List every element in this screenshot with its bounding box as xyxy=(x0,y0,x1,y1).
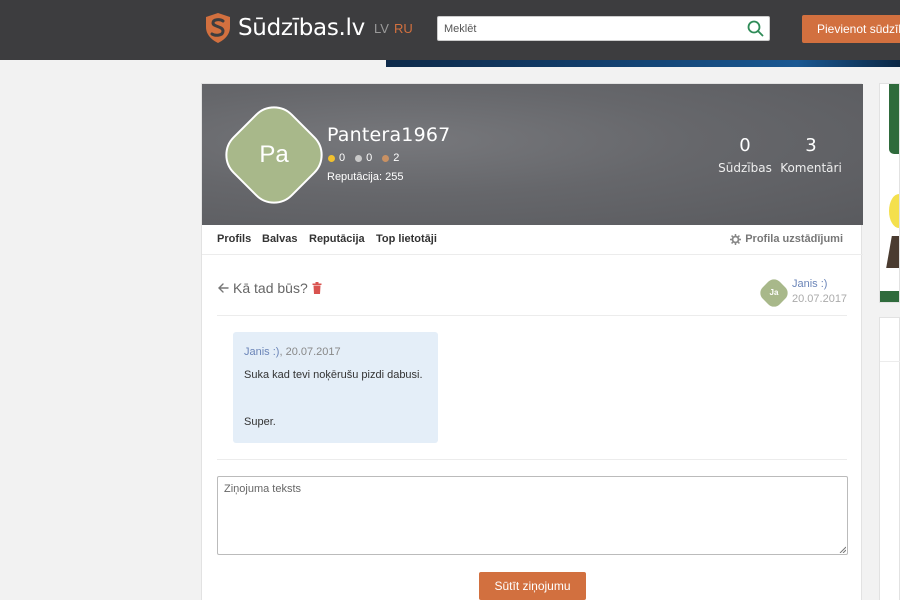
message-bubble: Janis :), 20.07.2017 Suka kad tevi noķēr… xyxy=(233,332,438,443)
participant-date: 20.07.2017 xyxy=(792,293,848,305)
lang-lv-link[interactable]: LV xyxy=(374,21,389,36)
username: Pantera1967 xyxy=(327,124,451,146)
profile-card: Pa Pantera1967 0 0 2 Reputācija: 255 0 S… xyxy=(201,83,863,600)
thread-title-row: Kā tad būs? xyxy=(217,280,326,296)
gear-icon xyxy=(730,233,742,245)
nav-item-balvas[interactable]: Balvas xyxy=(262,233,297,245)
message-author[interactable]: Janis :) xyxy=(244,346,279,358)
sidebar-box xyxy=(879,317,900,600)
message-text: Super. xyxy=(244,416,276,428)
message-text: Suka kad tevi noķērušu pizdi dabusi. xyxy=(244,369,423,381)
thread-title: Kā tad būs? xyxy=(233,280,308,296)
profile-nav: Profils Balvas Reputācija Top lietotāji … xyxy=(202,225,863,255)
nav-item-profils[interactable]: Profils xyxy=(217,233,251,245)
logo-text: Sūdzības.lv xyxy=(238,15,365,41)
trash-icon[interactable] xyxy=(312,282,322,294)
gold-medal-icon xyxy=(328,154,335,162)
complaints-stat[interactable]: 0 Sūdzības xyxy=(712,135,778,175)
medal-badges: 0 0 2 xyxy=(328,152,409,164)
add-complaint-button[interactable]: Pievienot sūdzību xyxy=(802,15,900,43)
avatar-initials: Pa xyxy=(259,141,289,168)
message-date: , 20.07.2017 xyxy=(279,346,341,358)
silver-medal-icon xyxy=(355,154,363,162)
site-logo[interactable]: Sūdzības.lv xyxy=(204,12,365,44)
thread-participant[interactable]: Ja Janis :) 20.07.2017 xyxy=(757,276,848,310)
participant-avatar: Ja xyxy=(757,276,791,310)
comments-stat[interactable]: 3 Komentāri xyxy=(780,135,842,175)
sidebar-ad[interactable] xyxy=(879,83,900,303)
bronze-badge: 2 xyxy=(382,152,399,164)
banner-ad-strip[interactable] xyxy=(386,60,900,67)
lang-ru-link[interactable]: RU xyxy=(394,21,413,36)
divider xyxy=(217,459,847,460)
participant-name[interactable]: Janis :) xyxy=(792,278,847,290)
back-arrow-icon[interactable] xyxy=(217,282,229,294)
resize-handle-icon[interactable] xyxy=(839,546,846,553)
profile-header: Pa Pantera1967 0 0 2 Reputācija: 255 0 S… xyxy=(202,84,863,225)
nav-item-reputacija[interactable]: Reputācija xyxy=(309,233,365,245)
avatar: Pa xyxy=(214,95,334,215)
bronze-medal-icon xyxy=(382,154,390,162)
message-textarea[interactable] xyxy=(217,476,848,555)
send-message-button[interactable]: Sūtīt ziņojumu xyxy=(479,572,586,600)
silver-badge: 0 xyxy=(355,152,372,164)
search-icon[interactable] xyxy=(747,20,764,37)
profile-settings-link[interactable]: Profila uzstādījumi xyxy=(730,233,843,245)
search-box xyxy=(437,16,770,41)
reputation-text: Reputācija: 255 xyxy=(327,171,404,183)
gold-badge: 0 xyxy=(328,152,345,164)
nav-item-top-lietotaji[interactable]: Top lietotāji xyxy=(376,233,437,245)
search-input[interactable] xyxy=(438,17,738,40)
top-bar: Sūdzības.lv LV RU Pievienot sūdzību xyxy=(0,0,900,60)
divider xyxy=(217,315,847,316)
shield-logo-icon xyxy=(206,13,230,43)
